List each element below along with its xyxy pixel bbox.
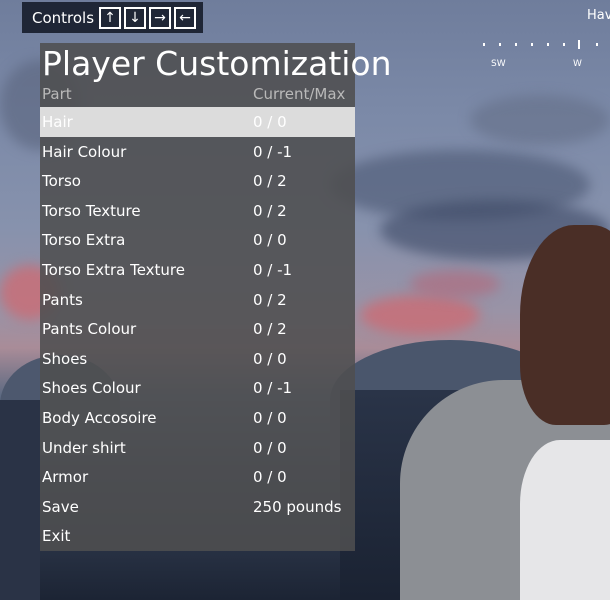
controls-hint-bar: Controls ↑ ↓ → ← bbox=[22, 2, 203, 33]
menu-item-label: Hair Colour bbox=[42, 142, 127, 161]
compass-tick bbox=[596, 43, 598, 46]
cloud bbox=[470, 95, 610, 145]
compass-tick bbox=[515, 43, 517, 46]
character-shirt bbox=[520, 440, 610, 600]
compass-strip bbox=[480, 40, 610, 52]
menu-item-save[interactable]: Save 250 pounds bbox=[40, 492, 355, 522]
compass-tick bbox=[563, 43, 565, 46]
menu-title: Player Customization bbox=[42, 44, 392, 83]
menu-item-value: 0 / 0 bbox=[253, 468, 287, 487]
arrow-up-icon: ↑ bbox=[99, 6, 122, 29]
menu-item-label: Exit bbox=[42, 527, 71, 546]
menu-item-value: 0 / -1 bbox=[253, 379, 293, 398]
menu-item-torso-texture[interactable]: Torso Texture 0 / 2 bbox=[40, 196, 355, 226]
menu-item-under-shirt[interactable]: Under shirt 0 / 0 bbox=[40, 433, 355, 463]
menu-item-value: 0 / -1 bbox=[253, 261, 293, 279]
arrow-right-icon: → bbox=[149, 6, 172, 29]
menu-item-pants[interactable]: Pants 0 / 2 bbox=[40, 285, 355, 315]
compass-tick bbox=[499, 43, 501, 46]
menu-item-label: Shoes bbox=[42, 349, 88, 368]
menu-item-value: 0 / 2 bbox=[253, 320, 287, 339]
compass-tick bbox=[531, 43, 533, 46]
menu-item-label: Pants bbox=[42, 290, 83, 309]
menu-item-value: 0 / 0 bbox=[253, 438, 287, 457]
compass-direction: W bbox=[573, 59, 582, 69]
menu-item-shoes-colour[interactable]: Shoes Colour 0 / -1 bbox=[40, 373, 355, 403]
compass-direction: SW bbox=[491, 59, 506, 69]
menu-item-label: Under shirt bbox=[42, 438, 126, 457]
controls-label: Controls bbox=[32, 8, 95, 27]
menu-item-label: Shoes Colour bbox=[42, 379, 141, 398]
menu-item-value: 0 / 2 bbox=[253, 290, 287, 309]
sunset-cloud bbox=[360, 295, 480, 335]
menu-item-armor[interactable]: Armor 0 / 0 bbox=[40, 462, 355, 492]
compass-tick bbox=[578, 40, 580, 49]
character-face bbox=[520, 225, 610, 425]
menu-item-torso-extra-texture[interactable]: Torso Extra Texture 0 / -1 bbox=[40, 255, 355, 285]
menu-item-label: Armor bbox=[42, 468, 89, 487]
menu-item-value: 0 / 2 bbox=[253, 172, 287, 191]
column-header-part: Part bbox=[42, 85, 72, 103]
arrow-down-icon: ↓ bbox=[124, 6, 147, 29]
menu-item-label: Torso Extra Texture bbox=[42, 261, 185, 279]
menu-item-label: Save bbox=[42, 497, 79, 516]
compass-tick bbox=[547, 43, 549, 46]
sunset-cloud bbox=[410, 270, 500, 298]
menu-item-label: Torso Extra bbox=[42, 231, 126, 250]
menu-item-torso-extra[interactable]: Torso Extra 0 / 0 bbox=[40, 225, 355, 255]
menu-item-value: 0 / 0 bbox=[253, 349, 287, 368]
menu-item-exit[interactable]: Exit bbox=[40, 521, 355, 551]
menu-item-value: 0 / 0 bbox=[253, 113, 287, 131]
menu-item-value: 0 / 0 bbox=[253, 231, 287, 250]
menu-item-label: Hair bbox=[42, 113, 73, 131]
menu-item-label: Torso Texture bbox=[42, 201, 141, 220]
menu-item-torso[interactable]: Torso 0 / 2 bbox=[40, 166, 355, 196]
menu-item-label: Torso bbox=[42, 172, 81, 191]
menu-item-value: 0 / 0 bbox=[253, 409, 287, 427]
menu-item-value: 0 / 2 bbox=[253, 201, 287, 220]
city-skyline bbox=[0, 400, 40, 600]
menu-item-label: Body Accosoire bbox=[42, 409, 157, 427]
menu-item-value: 250 pounds bbox=[253, 497, 342, 516]
compass-tick bbox=[483, 43, 485, 46]
menu-item-label: Pants Colour bbox=[42, 320, 137, 339]
compass-location-text: Hav bbox=[587, 8, 610, 23]
menu-item-body-accessory[interactable]: Body Accosoire 0 / 0 bbox=[40, 403, 355, 433]
menu-item-shoes[interactable]: Shoes 0 / 0 bbox=[40, 344, 355, 374]
menu-item-value: 0 / -1 bbox=[253, 142, 293, 161]
menu-item-hair[interactable]: Hair 0 / 0 bbox=[40, 107, 355, 137]
column-header-current-max: Current/Max bbox=[253, 85, 346, 103]
menu-item-hair-colour[interactable]: Hair Colour 0 / -1 bbox=[40, 137, 355, 167]
menu-item-pants-colour[interactable]: Pants Colour 0 / 2 bbox=[40, 314, 355, 344]
arrow-left-icon: ← bbox=[174, 6, 197, 29]
